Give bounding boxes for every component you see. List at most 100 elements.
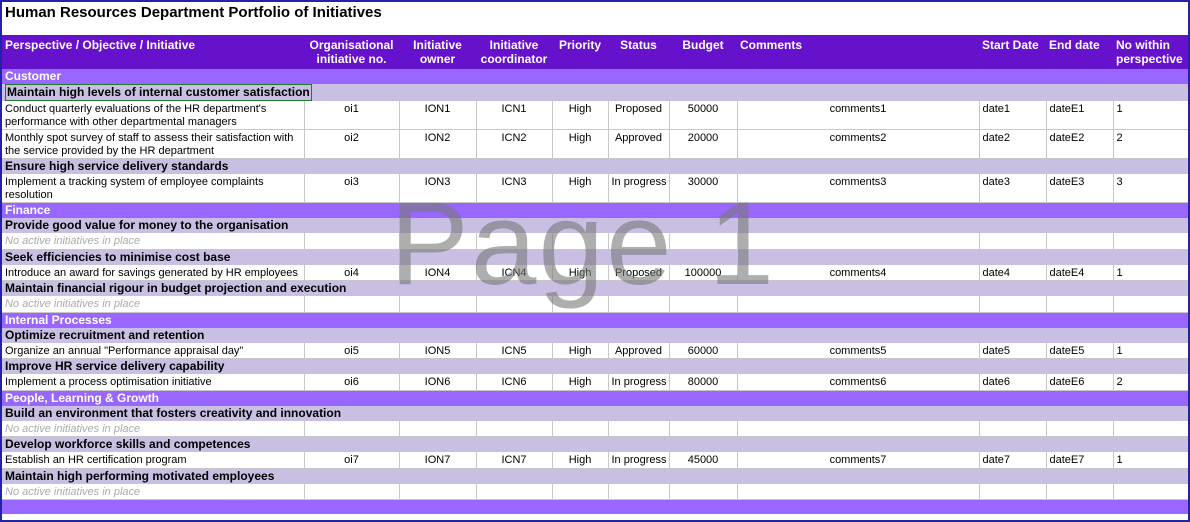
- initiative-budget[interactable]: 45000: [669, 452, 738, 469]
- initiative-priority[interactable]: High: [552, 342, 609, 359]
- header-initiative-no[interactable]: Organisational initiative no.: [304, 35, 399, 69]
- initiative-start-date[interactable]: date7: [979, 452, 1047, 469]
- no-initiatives-label[interactable]: No active initiatives in place: [2, 483, 305, 500]
- initiative-start-date[interactable]: date4: [979, 264, 1047, 281]
- initiative-coordinator[interactable]: ICN3: [476, 174, 553, 203]
- initiative-status[interactable]: Proposed: [608, 101, 670, 130]
- objective-label[interactable]: Maintain financial rigour in budget proj…: [2, 280, 1188, 296]
- objective-cell[interactable]: Maintain high levels of internal custome…: [2, 84, 1188, 101]
- empty-cell[interactable]: [304, 420, 400, 437]
- initiative-priority[interactable]: High: [552, 101, 609, 130]
- initiative-coordinator[interactable]: ICN7: [476, 452, 553, 469]
- empty-cell[interactable]: [1046, 233, 1114, 250]
- header-budget[interactable]: Budget: [669, 35, 737, 69]
- objective-label[interactable]: Optimize recruitment and retention: [2, 327, 1188, 343]
- empty-cell[interactable]: [979, 483, 1047, 500]
- initiative-end-date[interactable]: dateE1: [1046, 101, 1114, 130]
- initiative-name[interactable]: Conduct quarterly evaluations of the HR …: [2, 101, 305, 130]
- initiative-no[interactable]: oi6: [304, 374, 400, 391]
- initiative-owner[interactable]: ION7: [399, 452, 477, 469]
- initiative-start-date[interactable]: date2: [979, 129, 1047, 159]
- objective-label-selected[interactable]: Maintain high levels of internal custome…: [5, 84, 312, 101]
- initiative-priority[interactable]: High: [552, 374, 609, 391]
- initiative-comments[interactable]: comments2: [737, 129, 980, 159]
- initiative-name[interactable]: Establish an HR certification program: [2, 452, 305, 469]
- initiative-coordinator[interactable]: ICN6: [476, 374, 553, 391]
- empty-cell[interactable]: [399, 233, 477, 250]
- initiative-name[interactable]: Introduce an award for savings generated…: [2, 264, 305, 281]
- initiative-budget[interactable]: 20000: [669, 129, 738, 159]
- empty-cell[interactable]: [608, 233, 670, 250]
- empty-cell[interactable]: [1046, 296, 1114, 313]
- empty-cell[interactable]: [608, 296, 670, 313]
- initiative-number[interactable]: 1: [1113, 342, 1188, 359]
- initiative-number[interactable]: 1: [1113, 264, 1188, 281]
- empty-cell[interactable]: [399, 296, 477, 313]
- empty-cell[interactable]: [737, 420, 980, 437]
- initiative-name[interactable]: Organize an annual "Performance appraisa…: [2, 342, 305, 359]
- initiative-owner[interactable]: ION6: [399, 374, 477, 391]
- initiative-owner[interactable]: ION4: [399, 264, 477, 281]
- initiative-comments[interactable]: comments7: [737, 452, 980, 469]
- header-no-within-perspective[interactable]: No within perspective: [1113, 35, 1188, 69]
- initiative-start-date[interactable]: date5: [979, 342, 1047, 359]
- initiative-status[interactable]: In progress: [608, 174, 670, 203]
- empty-cell[interactable]: [476, 296, 553, 313]
- header-start-date[interactable]: Start Date: [979, 35, 1046, 69]
- initiative-comments[interactable]: comments3: [737, 174, 980, 203]
- initiative-coordinator[interactable]: ICN2: [476, 129, 553, 159]
- initiative-priority[interactable]: High: [552, 452, 609, 469]
- initiative-start-date[interactable]: date3: [979, 174, 1047, 203]
- initiative-coordinator[interactable]: ICN5: [476, 342, 553, 359]
- empty-cell[interactable]: [1113, 296, 1188, 313]
- empty-cell[interactable]: [737, 233, 980, 250]
- initiative-end-date[interactable]: dateE2: [1046, 129, 1114, 159]
- header-comments[interactable]: Comments: [737, 35, 979, 69]
- initiative-budget[interactable]: 80000: [669, 374, 738, 391]
- initiative-end-date[interactable]: dateE5: [1046, 342, 1114, 359]
- initiative-number[interactable]: 1: [1113, 452, 1188, 469]
- no-initiatives-label[interactable]: No active initiatives in place: [2, 233, 305, 250]
- empty-cell[interactable]: [552, 233, 609, 250]
- objective-label[interactable]: Develop workforce skills and competences: [2, 436, 1188, 452]
- perspective-label[interactable]: People, Learning & Growth: [2, 390, 1188, 406]
- initiative-owner[interactable]: ION3: [399, 174, 477, 203]
- initiative-priority[interactable]: High: [552, 264, 609, 281]
- initiative-number[interactable]: 3: [1113, 174, 1188, 203]
- initiative-owner[interactable]: ION5: [399, 342, 477, 359]
- objective-label[interactable]: Ensure high service delivery standards: [2, 158, 1188, 174]
- initiative-coordinator[interactable]: ICN1: [476, 101, 553, 130]
- empty-cell[interactable]: [476, 233, 553, 250]
- initiative-budget[interactable]: 60000: [669, 342, 738, 359]
- initiative-name[interactable]: Implement a tracking system of employee …: [2, 174, 305, 203]
- empty-cell[interactable]: [1113, 233, 1188, 250]
- initiative-status[interactable]: Approved: [608, 129, 670, 159]
- empty-cell[interactable]: [979, 233, 1047, 250]
- empty-cell[interactable]: [669, 296, 738, 313]
- perspective-label[interactable]: Customer: [2, 69, 1188, 84]
- objective-label[interactable]: Maintain high performing motivated emplo…: [2, 468, 1188, 484]
- empty-cell[interactable]: [399, 483, 477, 500]
- empty-cell[interactable]: [552, 296, 609, 313]
- initiative-status[interactable]: In progress: [608, 374, 670, 391]
- initiative-name[interactable]: Monthly spot survey of staff to assess t…: [2, 129, 305, 159]
- initiative-owner[interactable]: ION1: [399, 101, 477, 130]
- initiative-priority[interactable]: High: [552, 174, 609, 203]
- initiative-priority[interactable]: High: [552, 129, 609, 159]
- initiative-end-date[interactable]: dateE7: [1046, 452, 1114, 469]
- initiative-comments[interactable]: comments1: [737, 101, 980, 130]
- empty-cell[interactable]: [737, 296, 980, 313]
- header-status[interactable]: Status: [608, 35, 669, 69]
- initiative-budget[interactable]: 30000: [669, 174, 738, 203]
- initiative-no[interactable]: oi5: [304, 342, 400, 359]
- empty-cell[interactable]: [304, 483, 400, 500]
- initiative-number[interactable]: 1: [1113, 101, 1188, 130]
- initiative-no[interactable]: oi7: [304, 452, 400, 469]
- empty-cell[interactable]: [669, 483, 738, 500]
- empty-cell[interactable]: [1046, 483, 1114, 500]
- objective-label[interactable]: Improve HR service delivery capability: [2, 358, 1188, 374]
- initiative-name[interactable]: Implement a process optimisation initiat…: [2, 374, 305, 391]
- initiative-comments[interactable]: comments5: [737, 342, 980, 359]
- empty-cell[interactable]: [608, 420, 670, 437]
- header-owner[interactable]: Initiative owner: [399, 35, 476, 69]
